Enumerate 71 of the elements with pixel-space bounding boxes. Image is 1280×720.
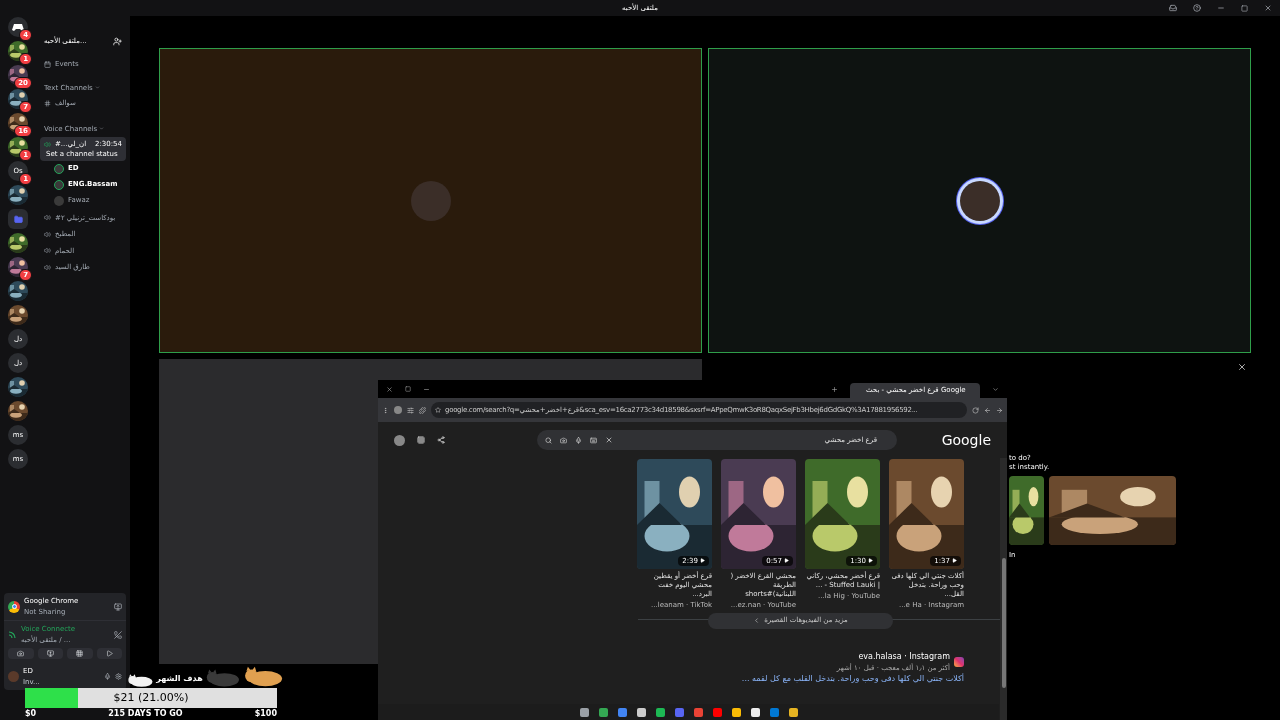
chrome-icon	[8, 600, 20, 613]
control-icon	[76, 650, 84, 657]
play-icon	[784, 558, 789, 564]
play-icon	[952, 558, 957, 564]
hash-icon	[44, 99, 51, 107]
sliders-icon[interactable]	[407, 406, 414, 414]
settings-icon[interactable]	[115, 673, 122, 680]
control-icon	[105, 650, 113, 657]
video-tile[interactable]	[708, 48, 1251, 353]
chevron-icon	[94, 85, 100, 91]
voice-control-button[interactable]	[37, 648, 63, 659]
new-tab-icon[interactable]	[831, 385, 838, 393]
scrollbar-thumb[interactable]	[1001, 558, 1006, 688]
search-icon	[545, 436, 552, 444]
help-icon[interactable]	[1193, 4, 1201, 12]
inbox-icon[interactable]	[1169, 4, 1177, 12]
google-logo: Google	[941, 430, 991, 450]
speaker-icon	[44, 214, 51, 222]
profile-icon[interactable]	[394, 406, 402, 414]
play-icon	[700, 558, 705, 564]
control-icon	[17, 650, 25, 657]
forward-icon[interactable]	[984, 406, 991, 414]
clear-icon	[605, 436, 613, 444]
apps-icon[interactable]	[417, 436, 425, 444]
calendar-icon	[44, 60, 51, 68]
mic-icon	[575, 436, 582, 444]
share-icon[interactable]	[437, 436, 445, 444]
cat-drawing	[127, 673, 155, 688]
maximize-icon[interactable]	[405, 386, 411, 392]
chevron-icon	[99, 126, 105, 132]
invite-icon	[113, 36, 122, 46]
reload-icon[interactable]	[972, 406, 979, 414]
bookmark-icon	[435, 407, 441, 413]
account-avatar[interactable]	[394, 434, 405, 446]
video-tile[interactable]	[159, 48, 702, 353]
goal-label: هدف الشهر	[156, 673, 203, 685]
signal-icon	[8, 630, 17, 639]
speaker-icon	[44, 247, 51, 255]
home-button[interactable]	[8, 17, 28, 37]
back-icon[interactable]	[996, 406, 1003, 414]
goal-days: 215 DAYS TO GO	[108, 708, 183, 720]
goal-reading: $21 (21.00%)	[113, 689, 189, 706]
maximize-icon[interactable]	[1241, 4, 1248, 12]
close-icon[interactable]	[1264, 4, 1272, 12]
screen-share-icon[interactable]	[114, 602, 122, 611]
cat-drawing	[243, 665, 285, 688]
result-source: eva.halasa · Instagram	[858, 650, 950, 663]
voice-control-button[interactable]	[8, 648, 34, 659]
control-icon	[46, 650, 54, 657]
instagram-icon	[954, 656, 964, 667]
mic-icon[interactable]	[104, 673, 111, 680]
speaker-icon	[44, 263, 51, 271]
play-icon	[868, 558, 873, 564]
tab-list-icon[interactable]	[992, 385, 999, 393]
voice-control-button[interactable]	[96, 648, 122, 659]
camera-icon	[560, 436, 567, 444]
chevron-icon	[753, 617, 761, 624]
goal-start: $0	[25, 708, 37, 720]
controller-icon	[12, 22, 24, 32]
close-icon[interactable]	[1237, 362, 1247, 372]
goal-target: $100	[254, 708, 277, 720]
result-link[interactable]: أكلات جنتي الي كلها دفى وحب وراحة. بتدخل القلب مع كل لقمه ...	[741, 673, 964, 685]
extension-icon[interactable]	[419, 406, 426, 414]
voice-control-button[interactable]	[67, 648, 93, 659]
keyboard-icon	[590, 436, 597, 444]
cat-drawing	[204, 668, 242, 688]
speaker-icon	[44, 230, 51, 238]
disconnect-icon[interactable]	[114, 630, 122, 639]
folder-icon	[13, 214, 23, 224]
server-folder[interactable]	[8, 209, 28, 229]
speaker-icon	[44, 140, 51, 148]
